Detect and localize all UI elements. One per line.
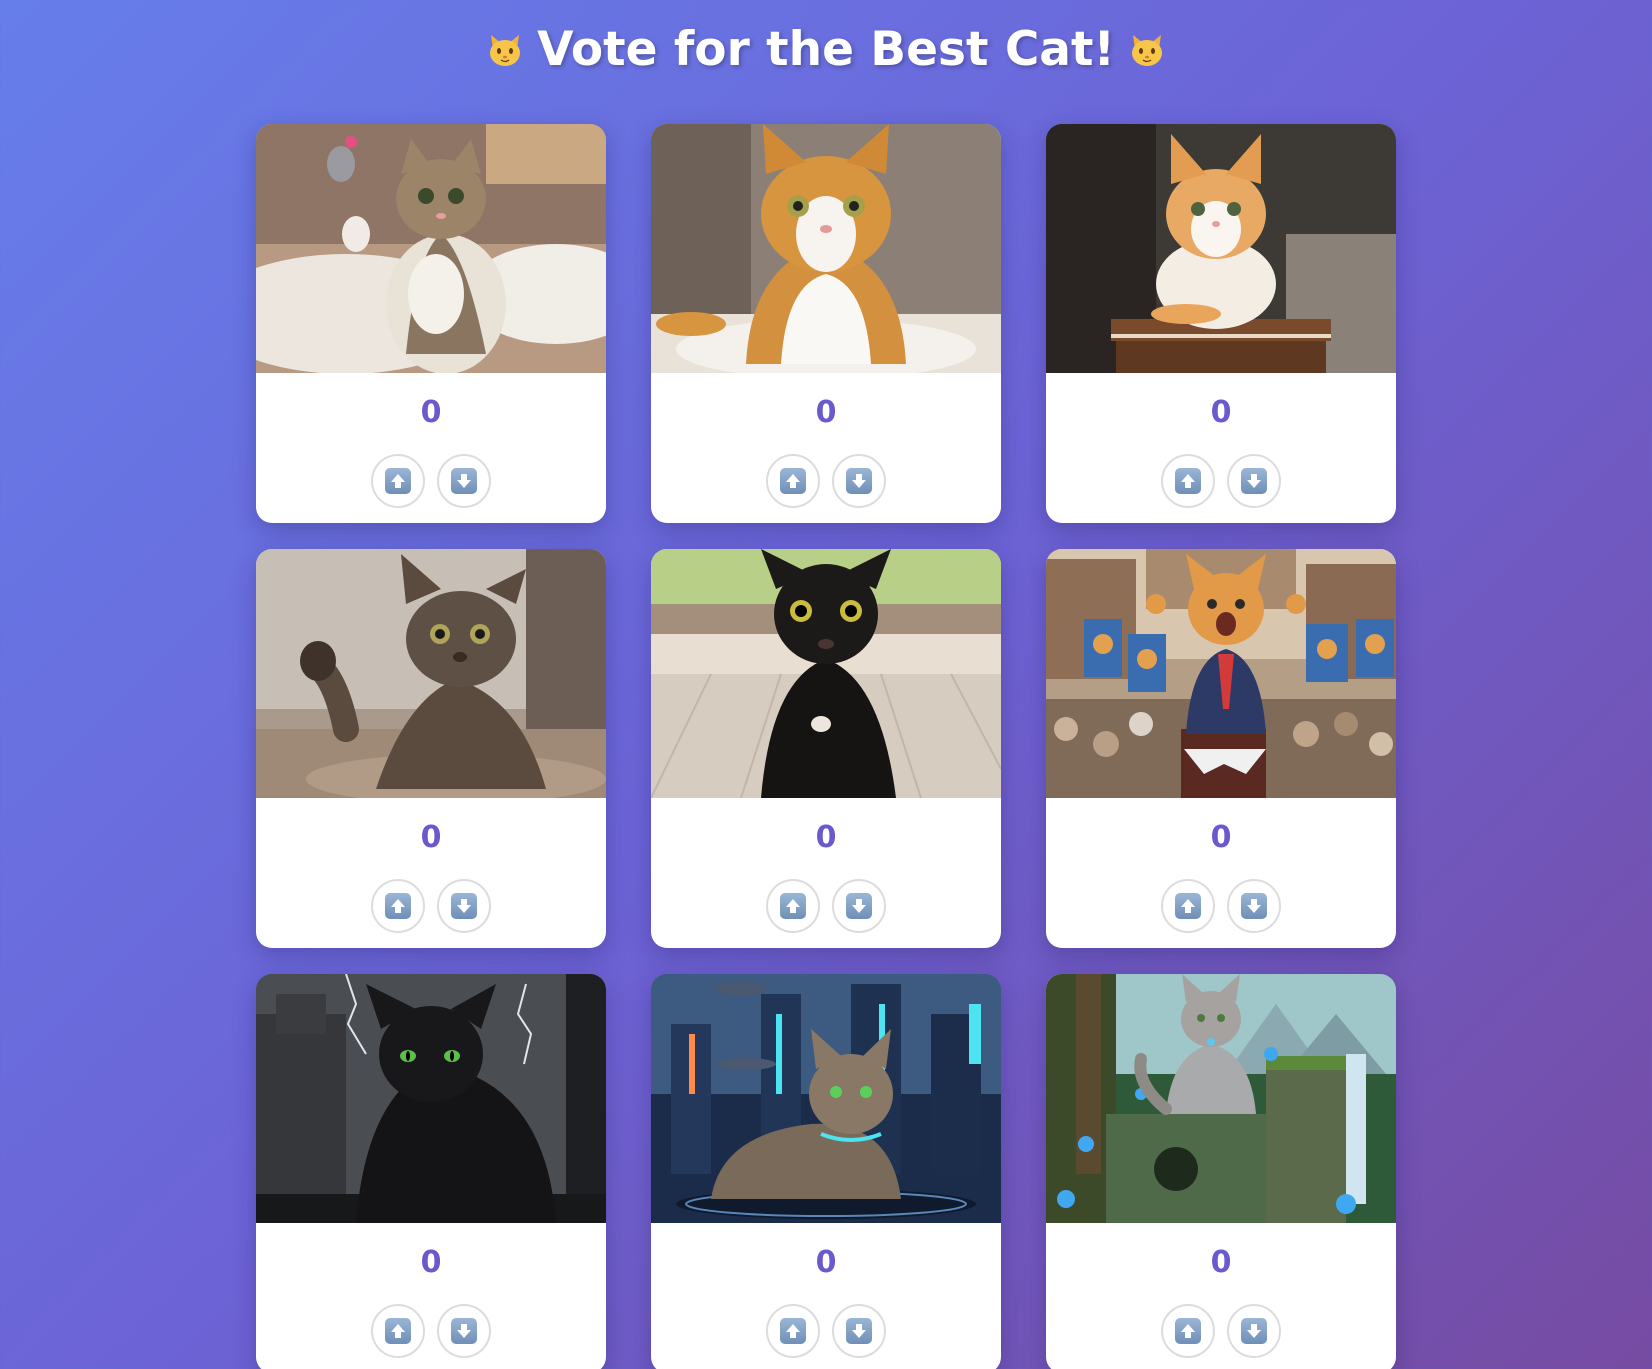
vote-controls — [651, 454, 1001, 508]
upvote-button[interactable] — [371, 879, 425, 933]
cat-card: 0 — [651, 974, 1001, 1369]
up-arrow-icon — [780, 468, 806, 494]
cat-photo — [1046, 124, 1396, 373]
upvote-button[interactable] — [766, 879, 820, 933]
cat-card: 0 — [256, 974, 606, 1369]
downvote-button[interactable] — [437, 879, 491, 933]
cat-photo — [651, 549, 1001, 798]
upvote-button[interactable] — [1161, 879, 1215, 933]
vote-count: 0 — [1210, 395, 1232, 430]
down-arrow-icon — [846, 893, 872, 919]
upvote-button[interactable] — [1161, 454, 1215, 508]
cat-photo — [1046, 974, 1396, 1223]
downvote-button[interactable] — [437, 1304, 491, 1358]
up-arrow-icon — [385, 1318, 411, 1344]
cat-photo — [651, 124, 1001, 373]
up-arrow-icon — [1175, 468, 1201, 494]
vote-count: 0 — [420, 1245, 442, 1280]
downvote-button[interactable] — [832, 454, 886, 508]
downvote-button[interactable] — [832, 879, 886, 933]
cat-photo — [1046, 549, 1396, 798]
upvote-button[interactable] — [1161, 1304, 1215, 1358]
cat-grid: 0 0 0 0 0 0 0 0 0 — [256, 124, 1396, 1369]
cat-face-icon — [490, 35, 521, 66]
downvote-button[interactable] — [1227, 879, 1281, 933]
downvote-button[interactable] — [832, 1304, 886, 1358]
vote-controls — [651, 1304, 1001, 1358]
up-arrow-icon — [780, 893, 806, 919]
up-arrow-icon — [780, 1318, 806, 1344]
vote-controls — [651, 879, 1001, 933]
down-arrow-icon — [1241, 1318, 1267, 1344]
up-arrow-icon — [385, 468, 411, 494]
vote-controls — [1046, 1304, 1396, 1358]
up-arrow-icon — [1175, 1318, 1201, 1344]
page-title: Vote for the Best Cat! — [0, 22, 1652, 77]
cat-photo — [256, 124, 606, 373]
vote-controls — [1046, 454, 1396, 508]
down-arrow-icon — [451, 1318, 477, 1344]
downvote-button[interactable] — [1227, 454, 1281, 508]
cat-card: 0 — [1046, 974, 1396, 1369]
down-arrow-icon — [1241, 893, 1267, 919]
up-arrow-icon — [385, 893, 411, 919]
cat-photo — [651, 974, 1001, 1223]
up-arrow-icon — [1175, 893, 1201, 919]
vote-count: 0 — [420, 820, 442, 855]
cat-card: 0 — [651, 124, 1001, 523]
vote-controls — [256, 1304, 606, 1358]
down-arrow-icon — [1241, 468, 1267, 494]
cat-photo — [256, 974, 606, 1223]
vote-controls — [256, 454, 606, 508]
cat-card: 0 — [651, 549, 1001, 948]
vote-count: 0 — [1210, 820, 1232, 855]
cat-face-icon — [1131, 35, 1162, 66]
down-arrow-icon — [451, 893, 477, 919]
down-arrow-icon — [846, 1318, 872, 1344]
upvote-button[interactable] — [371, 454, 425, 508]
cat-photo — [256, 549, 606, 798]
vote-count: 0 — [815, 820, 837, 855]
vote-controls — [1046, 879, 1396, 933]
page-title-text: Vote for the Best Cat! — [537, 22, 1115, 77]
cat-card: 0 — [1046, 549, 1396, 948]
upvote-button[interactable] — [766, 1304, 820, 1358]
vote-count: 0 — [420, 395, 442, 430]
vote-count: 0 — [815, 1245, 837, 1280]
cat-card: 0 — [256, 124, 606, 523]
vote-controls — [256, 879, 606, 933]
cat-card: 0 — [256, 549, 606, 948]
vote-count: 0 — [1210, 1245, 1232, 1280]
vote-count: 0 — [815, 395, 837, 430]
downvote-button[interactable] — [437, 454, 491, 508]
upvote-button[interactable] — [371, 1304, 425, 1358]
cat-card: 0 — [1046, 124, 1396, 523]
downvote-button[interactable] — [1227, 1304, 1281, 1358]
upvote-button[interactable] — [766, 454, 820, 508]
down-arrow-icon — [846, 468, 872, 494]
down-arrow-icon — [451, 468, 477, 494]
